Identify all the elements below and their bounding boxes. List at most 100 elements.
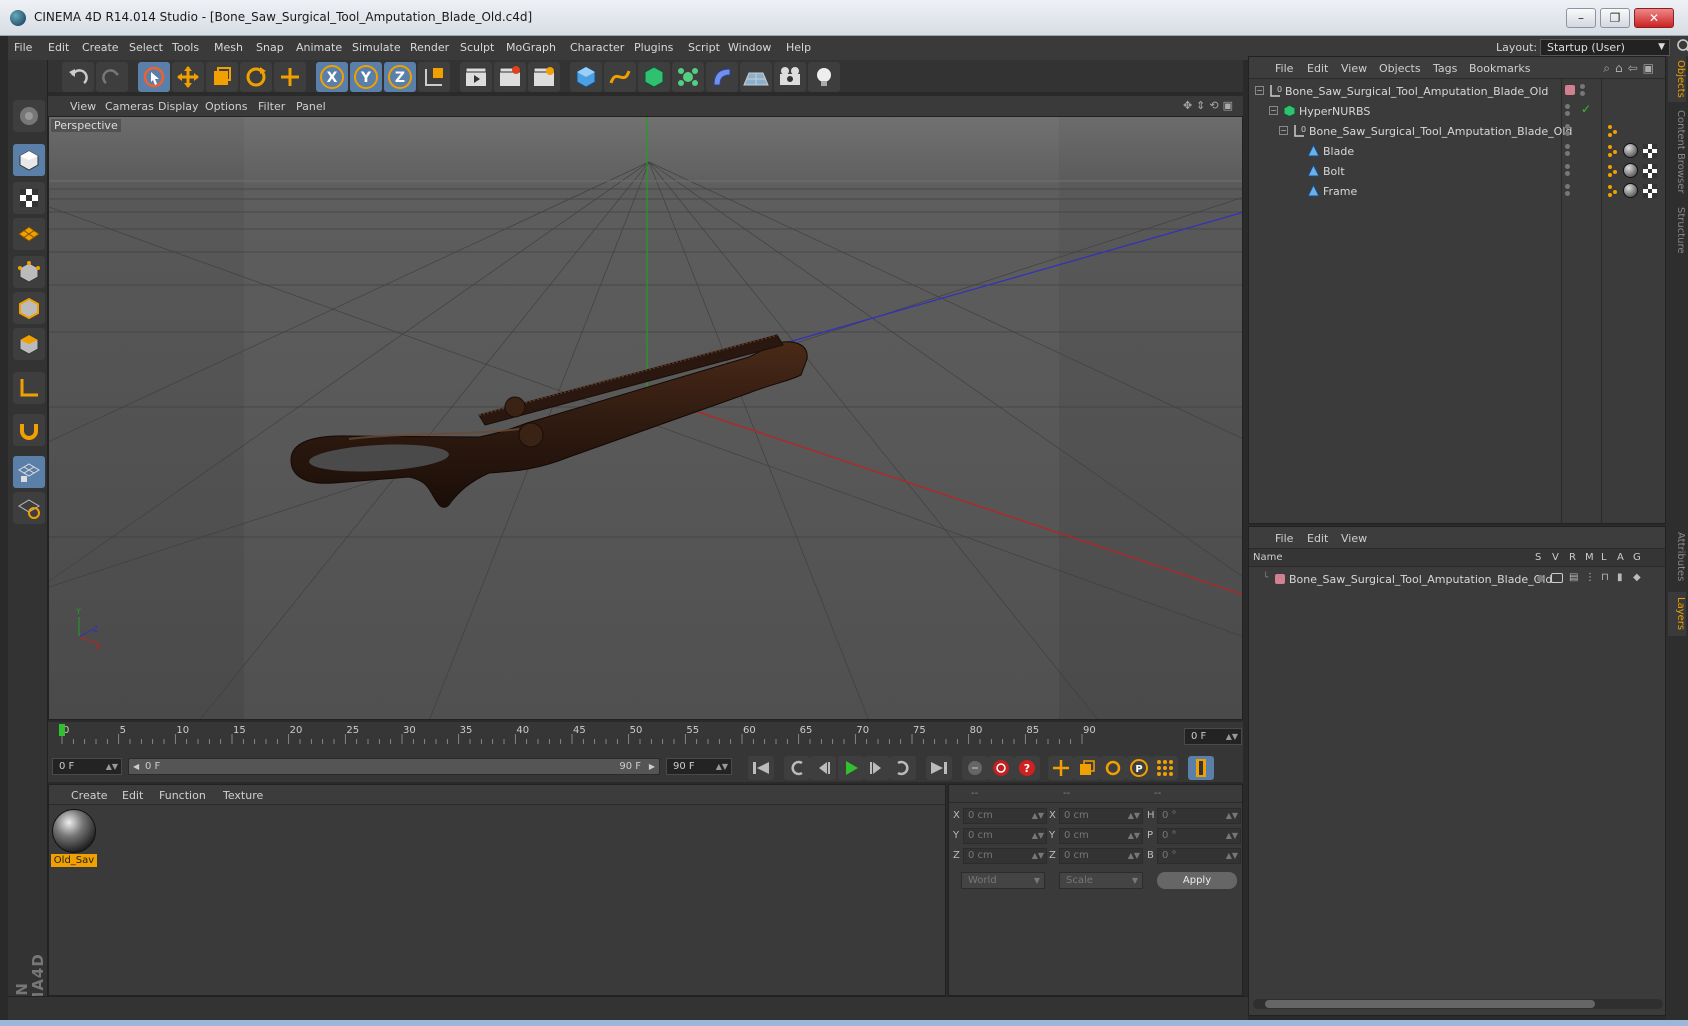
menu-sculpt[interactable]: Sculpt <box>460 41 494 54</box>
size-mode-dropdown[interactable]: Scale ▼ <box>1059 872 1143 889</box>
key-scale-icon[interactable] <box>1074 756 1100 780</box>
magnet-icon[interactable] <box>13 414 45 446</box>
material-menu-function[interactable]: Function <box>159 789 206 802</box>
menu-mesh[interactable]: Mesh <box>214 41 243 54</box>
object-search-home-icons[interactable]: ⌕⌂⇦▣ <box>1603 61 1659 76</box>
menu-edit[interactable]: Edit <box>48 41 69 54</box>
viewport-menu-options[interactable]: Options <box>205 100 247 113</box>
menu-create[interactable]: Create <box>82 41 119 54</box>
viewport-camera-label[interactable]: Perspective <box>51 119 121 132</box>
lock-icon[interactable]: ⊓ <box>1601 572 1609 583</box>
viewport-menu-view[interactable]: View <box>70 100 96 113</box>
tab-structure[interactable]: Structure <box>1668 202 1686 258</box>
points-mode-icon[interactable] <box>13 256 45 288</box>
previous-frame-icon[interactable] <box>810 756 836 780</box>
object-row[interactable]: − 0 Bone_Saw_Surgical_Tool_Amputation_Bl… <box>1249 81 1667 101</box>
material-menu-create[interactable]: Create <box>71 789 108 802</box>
camera-icon[interactable] <box>774 62 806 92</box>
deformer-icon[interactable] <box>706 62 738 92</box>
column-generators[interactable]: G <box>1633 552 1641 563</box>
rotate-icon[interactable] <box>240 62 272 92</box>
playhead[interactable] <box>59 724 65 736</box>
size-y-field[interactable]: 0 cm ▲▼ <box>1059 828 1143 844</box>
axis-mode-icon[interactable] <box>13 372 45 404</box>
redo-icon[interactable] <box>96 62 128 92</box>
layout-dropdown[interactable]: Startup (User) ▼ <box>1540 39 1670 56</box>
collapse-icon[interactable]: − <box>1279 126 1288 135</box>
phong-tag-icon[interactable] <box>1607 144 1621 158</box>
solo-toggle[interactable] <box>1537 575 1544 582</box>
undo-icon[interactable] <box>62 62 94 92</box>
position-x-field[interactable]: 0 cm ▲▼ <box>963 808 1047 824</box>
render-icon[interactable]: ▤ <box>1569 572 1578 583</box>
menu-plugins[interactable]: Plugins <box>634 41 673 54</box>
timeline[interactable]: 0 5 10 15 20 25 30 35 40 45 50 55 60 65 70 75 80 85 90 0 F… <box>48 722 1243 752</box>
size-z-field[interactable]: 0 cm ▲▼ <box>1059 848 1143 864</box>
animation-icon[interactable]: ▮ <box>1617 572 1623 583</box>
uvw-tag-icon[interactable] <box>1643 144 1657 158</box>
planar-workplane-icon[interactable] <box>13 492 45 524</box>
object-row[interactable]: − 0 Bone_Saw_Surgical_Tool_Amputation_Bl… <box>1249 121 1667 141</box>
start-frame-field[interactable]: 0 F ▲▼ <box>52 758 122 775</box>
frame-range-slider[interactable]: ◀ 0 F 90 F ▶ <box>128 758 660 775</box>
menu-mograph[interactable]: MoGraph <box>506 41 556 54</box>
viewport-menu-display[interactable]: Display <box>158 100 199 113</box>
layer-horizontal-scrollbar[interactable] <box>1253 999 1663 1009</box>
coordinate-system-icon[interactable] <box>418 62 450 92</box>
light-icon[interactable] <box>808 62 840 92</box>
coordinate-mode-dropdown[interactable]: World ▼ <box>961 872 1045 889</box>
workplane-mode-icon[interactable] <box>13 218 45 250</box>
visibility-dots[interactable] <box>1564 103 1572 119</box>
maximize-button[interactable]: ❐ <box>1600 8 1630 28</box>
render-view-icon[interactable] <box>460 62 492 92</box>
size-x-field[interactable]: 0 cm ▲▼ <box>1059 808 1143 824</box>
collapse-icon[interactable]: − <box>1269 106 1278 115</box>
visibility-dots[interactable] <box>1564 183 1572 199</box>
rotation-h-field[interactable]: 0 ° ▲▼ <box>1157 808 1241 824</box>
menu-character[interactable]: Character <box>570 41 624 54</box>
tab-objects[interactable]: Objects <box>1668 56 1686 102</box>
search-icon[interactable] <box>1676 38 1688 56</box>
next-key-icon[interactable] <box>890 756 916 780</box>
motion-record-icon[interactable] <box>962 756 988 780</box>
z-axis-icon[interactable]: Z <box>384 62 416 92</box>
phong-tag-icon[interactable] <box>1607 124 1621 138</box>
texture-mode-icon[interactable] <box>13 182 45 214</box>
layer-menu-file[interactable]: File <box>1275 532 1293 545</box>
material-menu-texture[interactable]: Texture <box>223 789 263 802</box>
add-icon[interactable] <box>274 62 306 92</box>
material-tag-icon[interactable] <box>1623 163 1638 178</box>
current-frame-field[interactable]: 0 F ▲▼ <box>1184 728 1242 745</box>
perspective-viewport[interactable]: Y Z X Perspective <box>48 116 1243 720</box>
key-pla-icon[interactable] <box>1152 756 1178 780</box>
mograph-icon[interactable] <box>672 62 704 92</box>
menu-snap[interactable]: Snap <box>256 41 284 54</box>
object-menu-view[interactable]: View <box>1341 62 1367 75</box>
column-name[interactable]: Name <box>1253 552 1283 563</box>
column-animation[interactable]: A <box>1617 552 1624 563</box>
viewport-menu-cameras[interactable]: Cameras <box>105 100 154 113</box>
column-render[interactable]: R <box>1569 552 1576 563</box>
locked-workplane-icon[interactable] <box>13 456 45 488</box>
checkmark-icon[interactable]: ✓ <box>1581 102 1591 116</box>
object-menu-edit[interactable]: Edit <box>1307 62 1328 75</box>
record-keys-icon[interactable] <box>988 756 1014 780</box>
minimize-button[interactable]: – <box>1566 8 1596 28</box>
layer-menu-edit[interactable]: Edit <box>1307 532 1328 545</box>
play-icon[interactable] <box>838 756 864 780</box>
layer-color-swatch[interactable] <box>1275 574 1285 584</box>
menu-tools[interactable]: Tools <box>172 41 199 54</box>
menu-script[interactable]: Script <box>688 41 720 54</box>
timeline-layout-icon[interactable] <box>1188 756 1214 780</box>
material-swatch[interactable]: Old_Sav <box>51 809 97 867</box>
menu-render[interactable]: Render <box>410 41 449 54</box>
live-selection-icon[interactable] <box>138 62 170 92</box>
tab-content-browser[interactable]: Content Browser <box>1668 106 1686 198</box>
render-settings-icon[interactable] <box>528 62 560 92</box>
visibility-dots[interactable] <box>1564 163 1572 179</box>
manager-icon[interactable]: ⋮ <box>1585 572 1595 583</box>
scrollbar-thumb[interactable] <box>1265 1000 1595 1008</box>
object-row[interactable]: Frame <box>1249 181 1667 201</box>
floor-icon[interactable] <box>740 62 772 92</box>
uvw-tag-icon[interactable] <box>1643 164 1657 178</box>
